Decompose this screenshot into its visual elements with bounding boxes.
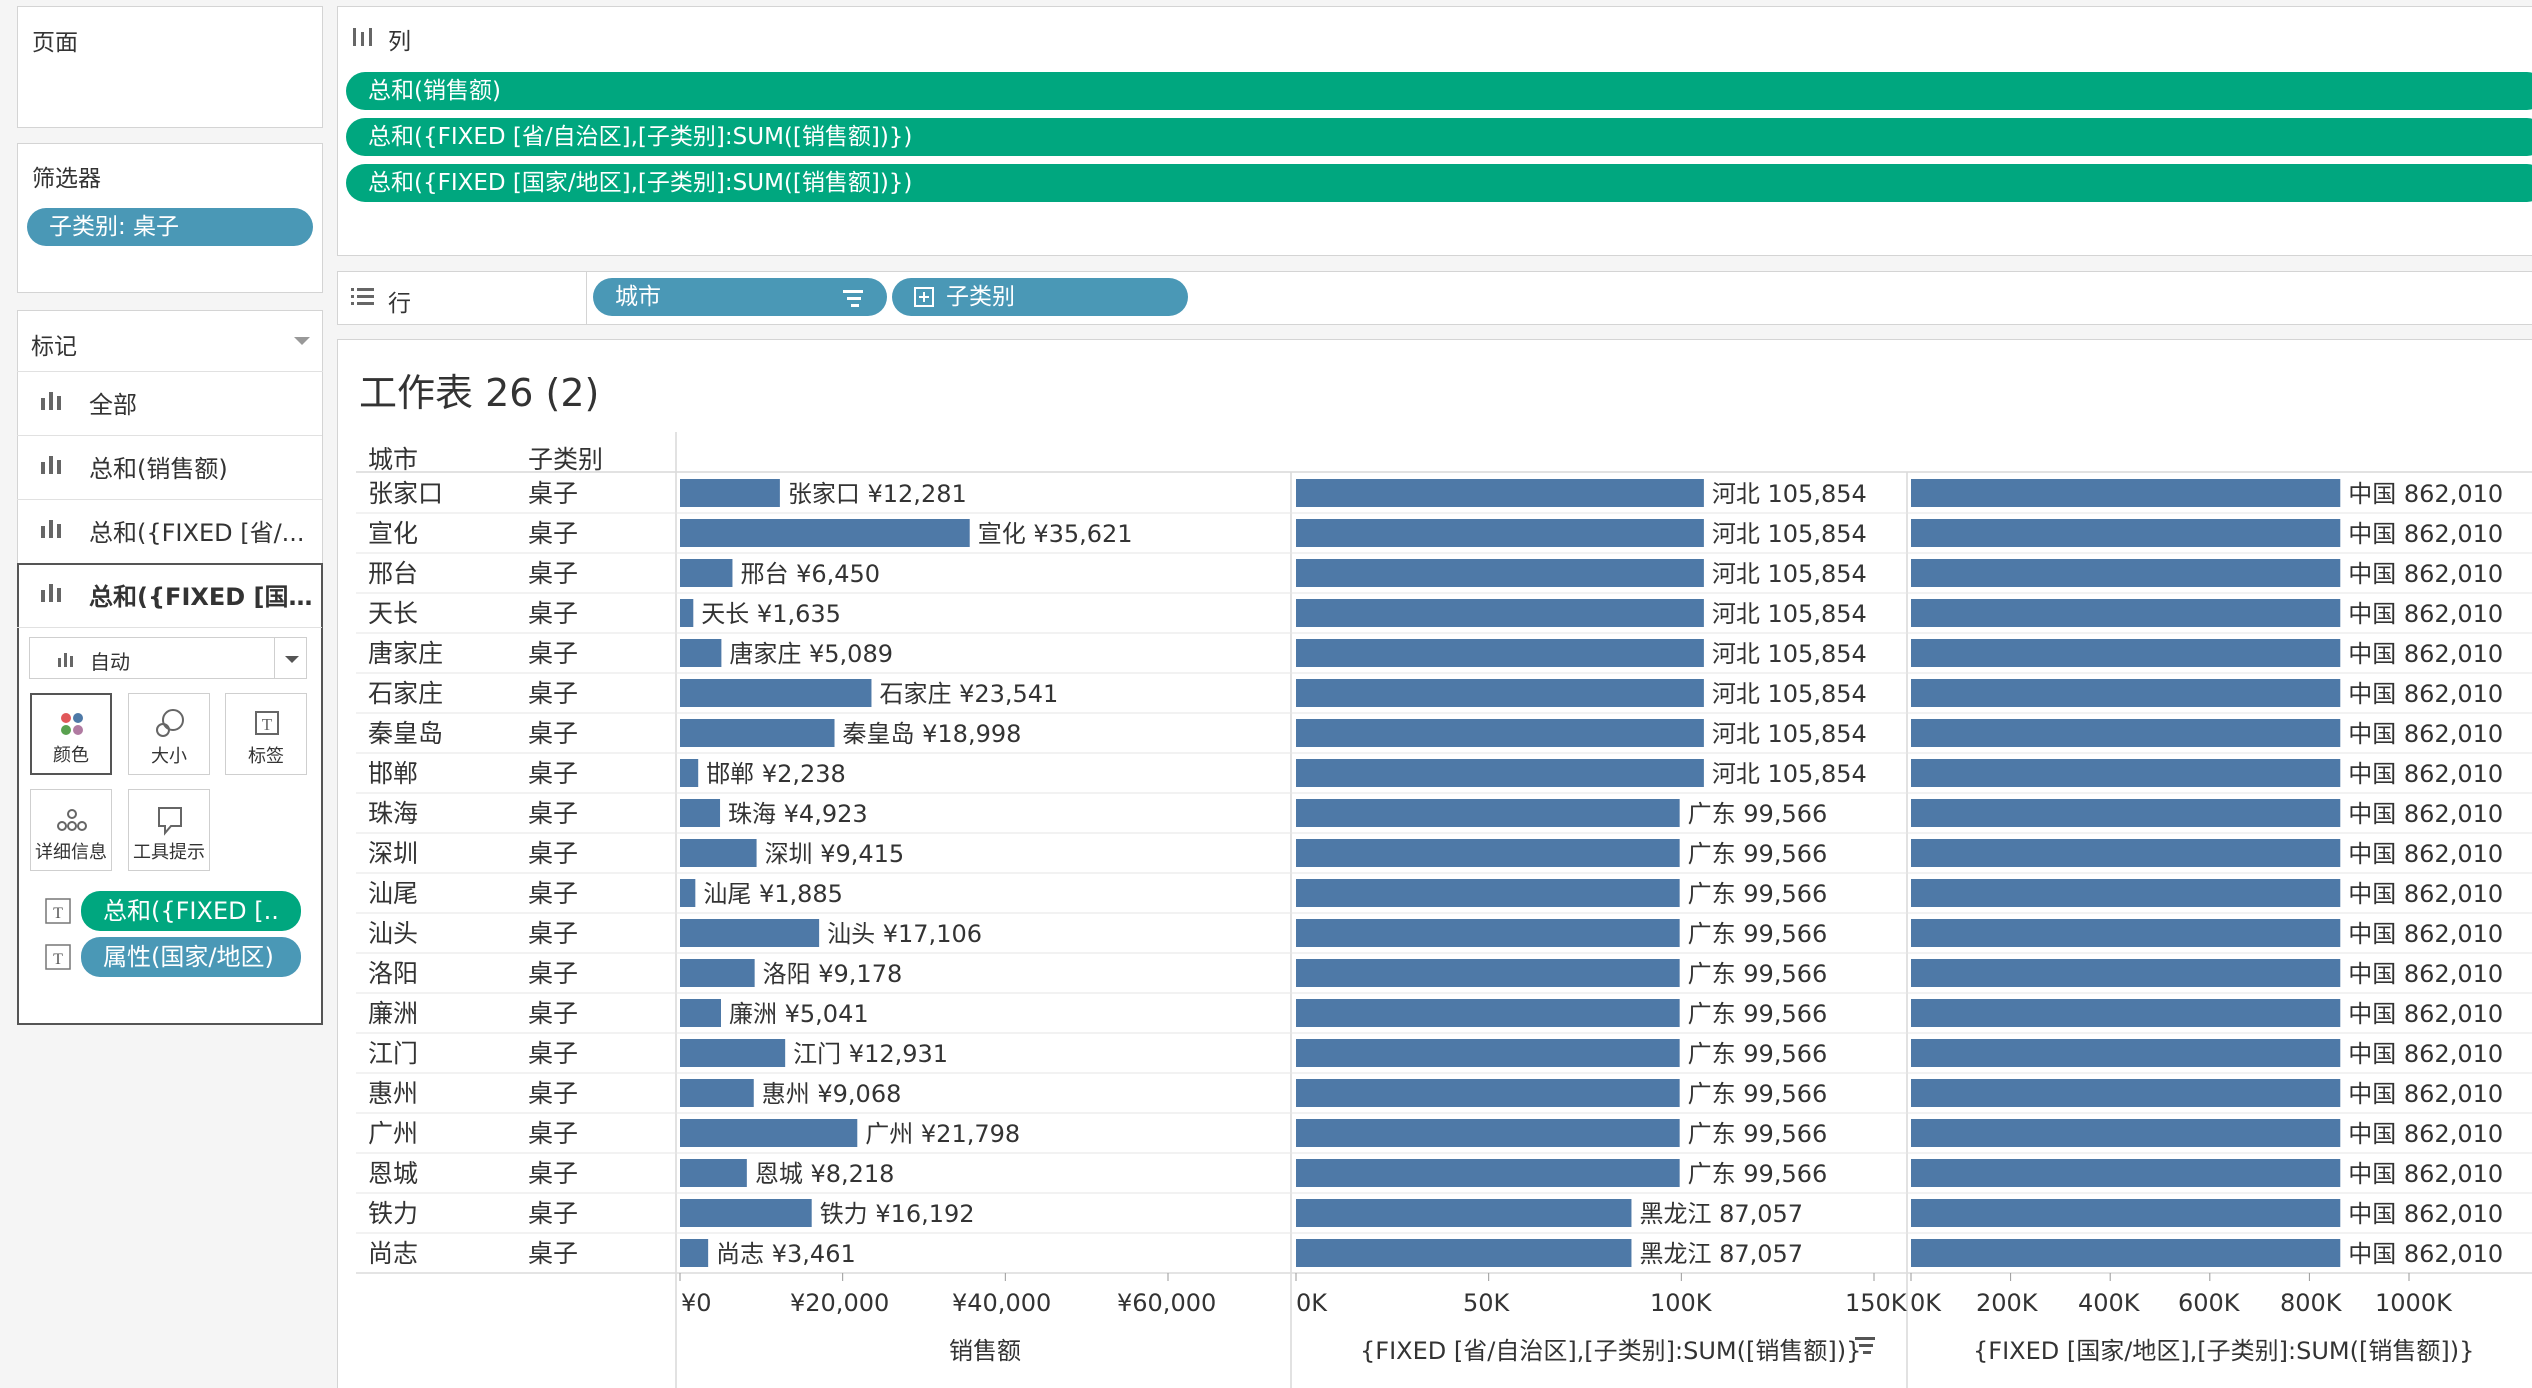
columns-shelf-title: 列 <box>388 29 411 55</box>
columns-pill-fixed-country[interactable]: 总和({FIXED [国家/地区],[子类别]:SUM([销售额])}) <box>346 164 2532 202</box>
marks-field-pill-fixed[interactable]: 总和({FIXED [.. <box>81 891 301 931</box>
size-circles-icon <box>156 709 184 737</box>
chevron-down-icon <box>285 656 299 663</box>
rows-pill-city-label: 城市 <box>615 284 661 310</box>
rows-pill-subcategory[interactable]: 子类别 <box>892 278 1188 316</box>
marks-row-fixed-country[interactable]: 总和({FIXED [国... <box>17 566 322 628</box>
svg-text:T: T <box>262 715 273 734</box>
filters-shelf[interactable]: 筛选器 子类别: 桌子 <box>17 143 323 293</box>
text-label-icon: T <box>255 711 279 735</box>
marks-row-label: 全部 <box>89 391 137 419</box>
axis2-title[interactable]: {FIXED [省/自治区],[子类别]:SUM([销售额])} <box>1360 1331 1861 1366</box>
rows-shelf-title: 行 <box>388 291 411 317</box>
color-dots-icon <box>61 713 83 735</box>
detail-dots-icon <box>57 809 87 831</box>
label-button[interactable]: T 标签 <box>225 693 307 775</box>
text-field-icon: T <box>45 944 71 970</box>
detail-button[interactable]: 详细信息 <box>30 789 112 871</box>
filters-shelf-title: 筛选器 <box>32 166 101 192</box>
axis3-title[interactable]: {FIXED [国家/地区],[子类别]:SUM([销售额])} <box>1973 1331 2474 1366</box>
tooltip-bubble-icon <box>158 807 182 836</box>
marks-row-sales[interactable]: 总和(销售额) <box>17 438 322 500</box>
mark-type-label: 自动 <box>90 650 130 674</box>
bar-chart-icon <box>58 653 73 667</box>
marks-row-label: 总和({FIXED [国... <box>89 583 314 611</box>
expand-plus-icon <box>914 287 934 307</box>
svg-text:T: T <box>53 951 63 968</box>
axis1-tick: ¥0 <box>681 1289 712 1317</box>
axis3-tick: 600K <box>2178 1289 2240 1317</box>
sort-icon <box>843 290 863 307</box>
marks-card-title: 标记 <box>31 334 77 360</box>
pages-shelf-title: 页面 <box>32 30 78 56</box>
axis3-tick: 800K <box>2280 1289 2342 1317</box>
tooltip-button[interactable]: 工具提示 <box>128 789 210 871</box>
bar-chart-icon <box>41 584 61 602</box>
bar-chart-icon <box>41 456 61 474</box>
marks-card-header[interactable]: 标记 <box>17 310 323 372</box>
detail-button-label: 详细信息 <box>35 842 107 863</box>
filter-pill-subcategory[interactable]: 子类别: 桌子 <box>27 208 313 246</box>
sheet-title: 工作表 26 (2) <box>359 371 600 415</box>
marks-field-pill-country[interactable]: 属性(国家/地区) <box>81 937 301 977</box>
axis2-tick: 0K <box>1296 1289 1328 1317</box>
chevron-down-icon[interactable] <box>292 335 312 347</box>
axis2-tick: 100K <box>1650 1289 1712 1317</box>
columns-pill-sales[interactable]: 总和(销售额) <box>346 72 2532 110</box>
axis3-tick: 1000K <box>2375 1289 2452 1317</box>
header-subcategory: 子类别 <box>528 445 604 474</box>
axis3-tick: 400K <box>2078 1289 2140 1317</box>
axis3-tick: 200K <box>1976 1289 2038 1317</box>
marks-row-label: 总和(销售额) <box>89 455 228 483</box>
tooltip-button-label: 工具提示 <box>133 842 205 863</box>
axis1-title[interactable]: 销售额 <box>949 1331 1021 1366</box>
rows-pill-city[interactable]: 城市 <box>593 278 887 316</box>
color-button[interactable]: 颜色 <box>30 693 112 775</box>
marks-row-label: 总和({FIXED [省/... <box>89 519 305 547</box>
rows-pill-subcategory-label: 子类别 <box>946 284 1015 310</box>
text-field-icon: T <box>45 898 71 924</box>
axis1-tick: ¥20,000 <box>790 1289 890 1317</box>
pages-shelf[interactable]: 页面 <box>17 6 323 128</box>
bar-chart-icon <box>41 520 61 538</box>
axis2-tick: 150K <box>1845 1289 1907 1317</box>
sort-icon[interactable] <box>1853 1335 1877 1355</box>
header-city: 城市 <box>368 445 419 474</box>
axis3-tick: 0K <box>1910 1289 1942 1317</box>
svg-text:T: T <box>53 905 63 922</box>
color-button-label: 颜色 <box>53 745 89 766</box>
columns-icon <box>353 28 372 46</box>
size-button[interactable]: 大小 <box>128 693 210 775</box>
axis2-tick: 50K <box>1463 1289 1510 1317</box>
bar-chart-icon <box>41 392 61 410</box>
size-button-label: 大小 <box>151 746 187 767</box>
mark-type-dropdown[interactable]: 自动 <box>29 637 307 679</box>
columns-pill-fixed-province[interactable]: 总和({FIXED [省/自治区],[子类别]:SUM([销售额])}) <box>346 118 2532 156</box>
marks-row-all[interactable]: 全部 <box>17 374 322 436</box>
marks-row-fixed-province[interactable]: 总和({FIXED [省/... <box>17 502 322 564</box>
axis1-tick: ¥40,000 <box>952 1289 1052 1317</box>
label-button-label: 标签 <box>248 746 284 767</box>
axis1-tick: ¥60,000 <box>1117 1289 1217 1317</box>
rows-icon <box>351 288 374 305</box>
sheet-view <box>337 339 2532 1388</box>
